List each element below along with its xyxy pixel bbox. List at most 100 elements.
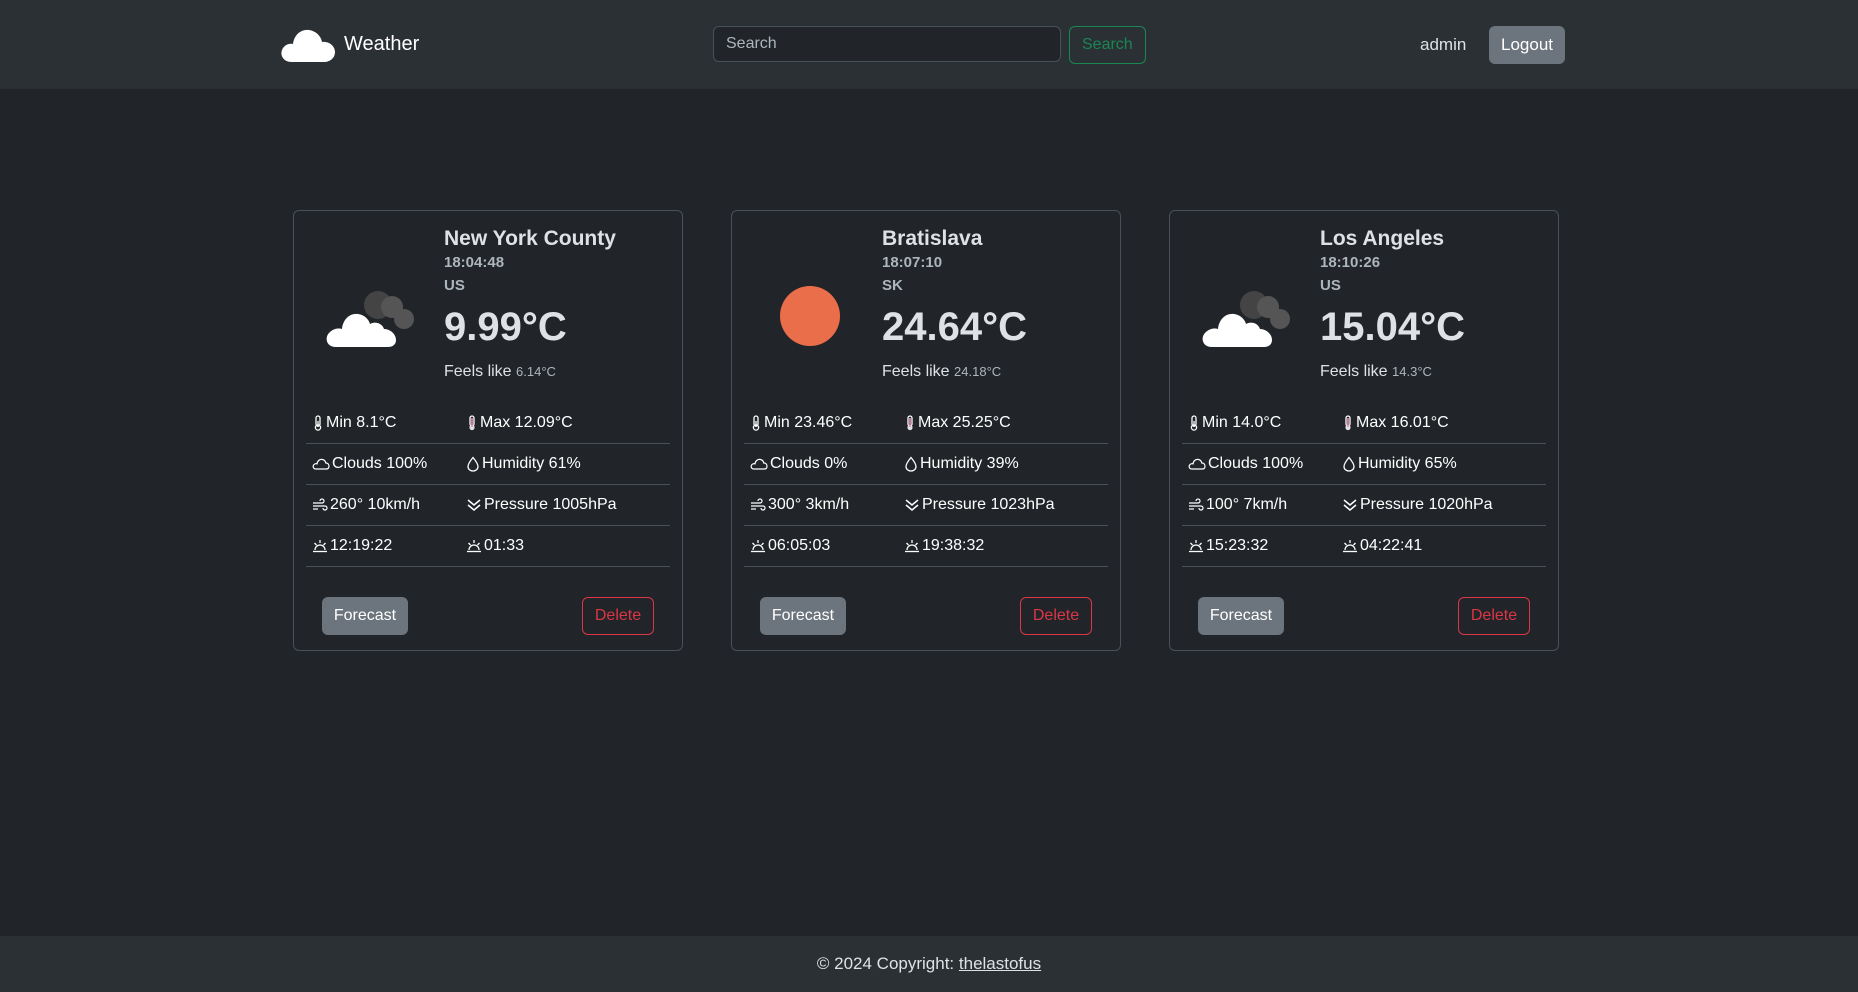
- feels-like-label: Feels like: [1320, 363, 1388, 380]
- stat-row-temperature: Min 14.0°C Max 16.01°C: [1182, 403, 1546, 444]
- stat-row-clouds: Clouds 100% Humidity 61%: [306, 444, 670, 485]
- sunrise-icon: [1188, 539, 1204, 553]
- navbar: Weather Search admin Logout: [0, 0, 1858, 89]
- pressure: Pressure 1005hPa: [484, 496, 617, 513]
- feels-like-value: 14.3°C: [1392, 364, 1432, 379]
- thermometer-high-icon: [466, 415, 478, 431]
- card-info: Los Angeles 18:10:26 US 15.04°C Feels li…: [1320, 227, 1465, 381]
- weather-stats: Min 8.1°C Max 12.09°C Clouds 100% Humidi…: [306, 403, 670, 567]
- min-temp: Min 14.0°C: [1202, 414, 1282, 431]
- clouds: Clouds 100%: [1208, 455, 1304, 472]
- sunset-icon: [466, 539, 482, 553]
- feels-like: Feels like 24.18°C: [882, 363, 1027, 381]
- cloud-icon: [312, 457, 330, 471]
- thermometer-low-icon: [1188, 415, 1200, 431]
- wind: 300° 3km/h: [768, 496, 850, 513]
- sunset: 01:33: [484, 537, 525, 554]
- country-code: SK: [882, 277, 903, 294]
- sunrise-icon: [312, 539, 328, 553]
- local-time: 18:07:10: [882, 254, 943, 271]
- city-name: Bratislava: [882, 227, 983, 250]
- stat-row-clouds: Clouds 0% Humidity 39%: [744, 444, 1108, 485]
- footer: © 2024 Copyright: thelastofus: [0, 936, 1858, 992]
- stat-row-clouds: Clouds 100% Humidity 65%: [1182, 444, 1546, 485]
- pressure-icon: [904, 498, 920, 512]
- pressure: Pressure 1020hPa: [1360, 496, 1493, 513]
- sunset-icon: [904, 539, 920, 553]
- sun-icon: [760, 271, 860, 361]
- stat-row-wind: 300° 3km/h Pressure 1023hPa: [744, 485, 1108, 526]
- stat-row-sun: 12:19:22 01:33: [306, 526, 670, 567]
- stat-row-sun: 06:05:03 19:38:32: [744, 526, 1108, 567]
- clouds: Clouds 100%: [332, 455, 428, 472]
- weather-card: Los Angeles 18:10:26 US 15.04°C Feels li…: [1169, 210, 1559, 651]
- brand-title: Weather: [344, 32, 420, 55]
- sunset: 04:22:41: [1360, 537, 1423, 554]
- max-temp: Max 16.01°C: [1356, 414, 1449, 431]
- delete-button[interactable]: Delete: [582, 597, 654, 635]
- card-info: New York County 18:04:48 US 9.99°C Feels…: [444, 227, 616, 381]
- feels-like-label: Feels like: [882, 363, 950, 380]
- feels-like: Feels like 6.14°C: [444, 363, 616, 381]
- stat-row-wind: 260° 10km/h Pressure 1005hPa: [306, 485, 670, 526]
- country-code: US: [1320, 277, 1341, 294]
- feels-like: Feels like 14.3°C: [1320, 363, 1465, 381]
- forecast-button[interactable]: Forecast: [322, 597, 408, 635]
- sunrise: 12:19:22: [330, 537, 393, 554]
- pressure: Pressure 1023hPa: [922, 496, 1055, 513]
- brand-link[interactable]: Weather: [280, 24, 419, 64]
- wind: 100° 7km/h: [1206, 496, 1288, 513]
- search-input[interactable]: [713, 26, 1061, 62]
- copyright-text: © 2024 Copyright:: [816, 954, 955, 973]
- wind-icon: [312, 498, 328, 512]
- city-name: Los Angeles: [1320, 227, 1445, 250]
- min-temp: Min 23.46°C: [764, 414, 853, 431]
- footer-author-link[interactable]: thelastofus: [959, 954, 1041, 973]
- weather-stats: Min 14.0°C Max 16.01°C Clouds 100% Humid…: [1182, 403, 1546, 567]
- temperature: 9.99°C: [444, 305, 567, 349]
- clouds: Clouds 0%: [770, 455, 848, 472]
- stat-row-temperature: Min 8.1°C Max 12.09°C: [306, 403, 670, 444]
- delete-button[interactable]: Delete: [1458, 597, 1530, 635]
- weather-card: Bratislava 18:07:10 SK 24.64°C Feels lik…: [731, 210, 1121, 651]
- humidity: Humidity 39%: [920, 455, 1019, 472]
- droplet-icon: [904, 456, 918, 472]
- local-time: 18:04:48: [444, 254, 505, 271]
- city-name: New York County: [444, 227, 616, 250]
- forecast-button[interactable]: Forecast: [1198, 597, 1284, 635]
- cloud-icon: [750, 457, 768, 471]
- thermometer-low-icon: [750, 415, 762, 431]
- delete-button[interactable]: Delete: [1020, 597, 1092, 635]
- temperature: 15.04°C: [1320, 305, 1465, 349]
- feels-like-value: 24.18°C: [954, 364, 1002, 379]
- droplet-icon: [466, 456, 480, 472]
- pressure-icon: [1342, 498, 1358, 512]
- stat-row-wind: 100° 7km/h Pressure 1020hPa: [1182, 485, 1546, 526]
- sunset: 19:38:32: [922, 537, 985, 554]
- search-form: Search: [713, 26, 1146, 64]
- forecast-button[interactable]: Forecast: [760, 597, 846, 635]
- username-label: admin: [1420, 35, 1467, 54]
- feels-like-label: Feels like: [444, 363, 512, 380]
- thermometer-low-icon: [312, 415, 324, 431]
- wind: 260° 10km/h: [330, 496, 421, 513]
- wind-icon: [1188, 498, 1204, 512]
- max-temp: Max 12.09°C: [480, 414, 573, 431]
- logout-button[interactable]: Logout: [1489, 26, 1565, 64]
- stat-row-temperature: Min 23.46°C Max 25.25°C: [744, 403, 1108, 444]
- sunset-icon: [1342, 539, 1358, 553]
- thermometer-high-icon: [904, 415, 916, 431]
- cloud-logo-icon: [280, 24, 336, 64]
- stat-row-sun: 15:23:32 04:22:41: [1182, 526, 1546, 567]
- cloudy-icon: [1198, 271, 1298, 361]
- weather-card: New York County 18:04:48 US 9.99°C Feels…: [293, 210, 683, 651]
- search-button[interactable]: Search: [1069, 26, 1146, 64]
- humidity: Humidity 61%: [482, 455, 581, 472]
- cloudy-icon: [322, 271, 422, 361]
- card-info: Bratislava 18:07:10 SK 24.64°C Feels lik…: [882, 227, 1027, 381]
- country-code: US: [444, 277, 465, 294]
- wind-icon: [750, 498, 766, 512]
- droplet-icon: [1342, 456, 1356, 472]
- cloud-icon: [1188, 457, 1206, 471]
- thermometer-high-icon: [1342, 415, 1354, 431]
